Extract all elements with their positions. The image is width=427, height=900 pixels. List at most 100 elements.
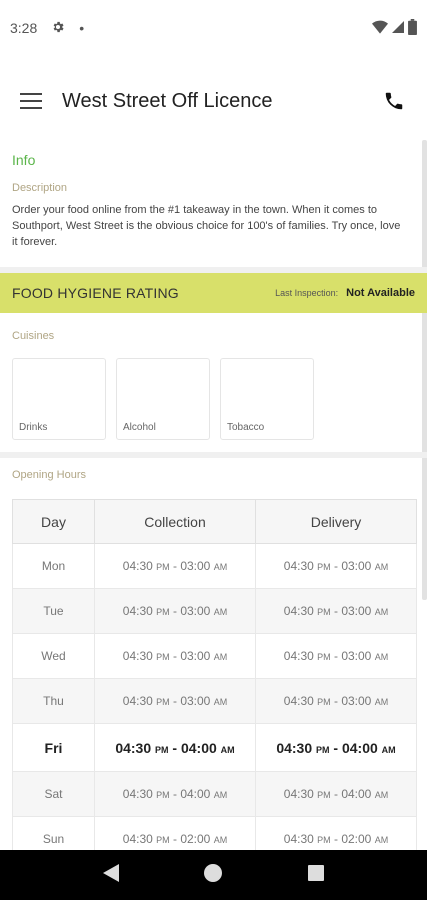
cuisine-card-alcohol[interactable]: Alcohol: [116, 358, 210, 440]
time-to: 03:00: [180, 559, 211, 573]
time-to: 03:00: [180, 604, 211, 618]
system-nav-bar: [0, 850, 427, 900]
page-title: West Street Off Licence: [62, 89, 273, 112]
ampm: PM: [317, 835, 331, 845]
phone-icon[interactable]: [379, 86, 409, 116]
time-from: 04:30: [115, 739, 152, 756]
notification-dot: •: [79, 20, 85, 36]
time-from: 04:30: [122, 832, 153, 846]
ampm: AM: [374, 835, 389, 845]
time-to: 03:00: [180, 694, 211, 708]
ampm: AM: [374, 652, 389, 662]
time-to: 02:00: [180, 832, 211, 846]
time-from: 04:30: [283, 604, 314, 618]
ampm: AM: [374, 607, 389, 617]
ampm: PM: [316, 744, 330, 755]
home-circle-icon[interactable]: [204, 863, 223, 887]
day-name: Sun: [42, 832, 65, 846]
collection-cell: 04:30 PM - 03:00 AM: [94, 588, 256, 634]
ampm: PM: [155, 744, 169, 755]
time-to: 03:00: [341, 649, 372, 663]
day-cell: Tue: [12, 588, 95, 634]
scrollbar[interactable]: [422, 140, 427, 600]
day-name: Wed: [41, 649, 66, 663]
signal-icon: [392, 20, 404, 37]
cuisine-card-tobacco[interactable]: Tobacco: [220, 358, 314, 440]
time-from: 04:30: [283, 559, 314, 573]
day-cell: Sat: [12, 771, 95, 817]
time-to: 04:00: [180, 787, 211, 801]
delivery-cell: 04:30 PM - 03:00 AM: [255, 588, 417, 634]
battery-icon: [408, 18, 417, 38]
back-triangle-icon[interactable]: [102, 863, 119, 887]
collection-cell: 04:30 PM - 04:00 AM: [94, 723, 256, 772]
table-row: Wed 04:30 PM - 03:00 AM 04:30 PM - 03:00 A…: [12, 633, 417, 679]
table-row: Thu 04:30 PM - 03:00 AM 04:30 PM - 03:00 A…: [12, 678, 417, 724]
ampm: AM: [374, 562, 389, 572]
app-bar: West Street Off Licence: [0, 70, 427, 132]
ampm: AM: [213, 697, 228, 707]
table-row: Tue 04:30 PM - 03:00 AM 04:30 PM - 03:00 A…: [12, 588, 417, 634]
cuisine-card-drinks[interactable]: Drinks: [12, 358, 106, 440]
time-from: 04:30: [122, 604, 153, 618]
day-name: Thu: [43, 694, 64, 708]
content-area[interactable]: Info Description Order your food online …: [0, 140, 427, 850]
last-inspection-value: Not Available: [346, 287, 415, 299]
ampm: AM: [213, 790, 228, 800]
time-from: 04:30: [283, 649, 314, 663]
time-from: 04:30: [276, 739, 313, 756]
last-inspection-label: Last Inspection:: [275, 288, 339, 298]
time-to: 04:00: [341, 787, 372, 801]
time-to: 02:00: [341, 832, 372, 846]
ampm: PM: [156, 697, 170, 707]
cuisine-label: Alcohol: [123, 422, 156, 433]
day-name: Mon: [41, 559, 66, 573]
collection-cell: 04:30 PM - 03:00 AM: [94, 543, 256, 589]
ampm: PM: [317, 562, 331, 572]
cuisine-label: Drinks: [19, 422, 48, 433]
time-from: 04:30: [122, 559, 153, 573]
status-time: 3:28: [10, 20, 38, 36]
cuisine-list: Drinks Alcohol Tobacco: [12, 358, 314, 440]
day-cell: Mon: [12, 543, 95, 589]
day-name: Sat: [44, 787, 63, 801]
recents-square-icon[interactable]: [308, 864, 325, 886]
ampm: PM: [317, 790, 331, 800]
status-bar: 3:28 •: [0, 0, 427, 56]
ampm: AM: [374, 697, 389, 707]
delivery-cell: 04:30 PM - 04:00 AM: [255, 723, 417, 772]
ampm: PM: [156, 790, 170, 800]
ampm: PM: [156, 835, 170, 845]
food-hygiene-banner: FOOD HYGIENE RATING Last Inspection: Not…: [0, 273, 427, 313]
table-header-row: Day Collection Delivery: [12, 499, 417, 544]
ampm: AM: [381, 744, 396, 755]
delivery-cell: 04:30 PM - 03:00 AM: [255, 633, 417, 679]
time-to: 04:00: [341, 739, 378, 756]
wifi-icon: [372, 20, 388, 37]
ampm: AM: [374, 790, 389, 800]
info-heading: Info: [12, 152, 36, 168]
time-to: 03:00: [341, 559, 372, 573]
hamburger-menu-icon[interactable]: [0, 70, 62, 132]
gear-icon: [51, 20, 65, 37]
opening-hours-label: Opening Hours: [12, 469, 86, 481]
ampm: PM: [156, 562, 170, 572]
time-from: 04:30: [122, 694, 153, 708]
time-to: 03:00: [341, 604, 372, 618]
hygiene-title: FOOD HYGIENE RATING: [12, 285, 179, 301]
day-cell: Thu: [12, 678, 95, 724]
day-cell: Wed: [12, 633, 95, 679]
cuisines-label: Cuisines: [12, 330, 55, 342]
ampm: PM: [317, 652, 331, 662]
day-name: Fri: [44, 739, 63, 756]
table-row: Sat 04:30 PM - 04:00 AM 04:30 PM - 04:00 A…: [12, 771, 417, 817]
delivery-cell: 04:30 PM - 03:00 AM: [255, 678, 417, 724]
ampm: AM: [213, 607, 228, 617]
ampm: AM: [213, 562, 228, 572]
day-name: Tue: [43, 604, 64, 618]
opening-hours-table: Day Collection Delivery Mon 04:30 PM - 03…: [12, 499, 417, 850]
ampm: PM: [317, 697, 331, 707]
time-from: 04:30: [283, 787, 314, 801]
collection-cell: 04:30 PM - 04:00 AM: [94, 771, 256, 817]
header-delivery: Delivery: [255, 499, 417, 544]
